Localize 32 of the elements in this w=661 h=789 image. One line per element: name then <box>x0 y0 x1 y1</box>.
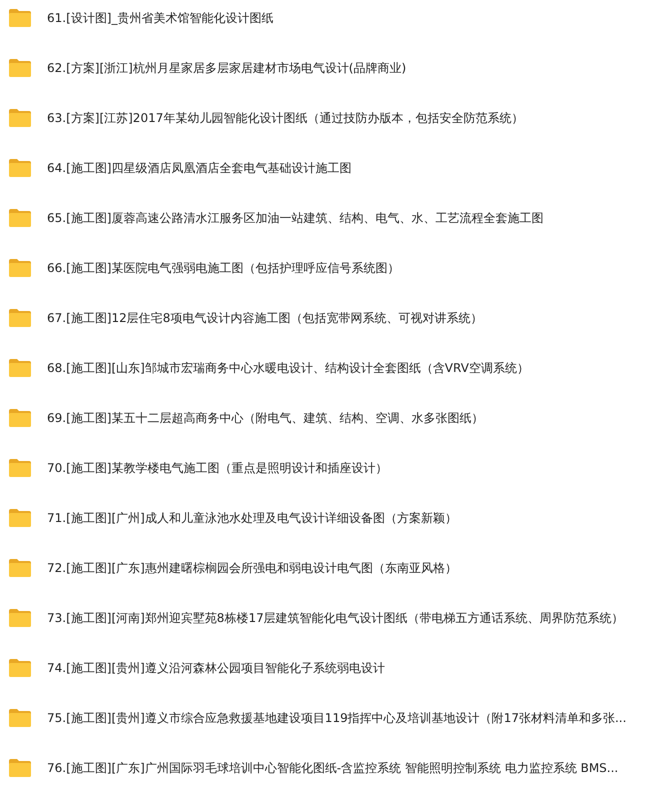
folder-icon[interactable] <box>8 658 32 678</box>
folder-name[interactable]: 70.[施工图]某教学楼电气施工图（重点是照明设计和插座设计） <box>47 460 388 476</box>
folder-icon[interactable] <box>8 558 32 578</box>
folder-name[interactable]: 69.[施工图]某五十二层超高商务中心（附电气、建筑、结构、空调、水多张图纸） <box>47 410 484 426</box>
folder-name[interactable]: 76.[施工图][广东]广州国际羽毛球培训中心智能化图纸-含监控系统 智能照明控制系统 电力监控系统 BMS... <box>47 760 618 776</box>
folder-icon[interactable] <box>8 158 32 178</box>
folder-name[interactable]: 68.[施工图][山东]邹城市宏瑞商务中心水暖电设计、结构设计全套图纸（含VRV空调系统） <box>47 360 529 376</box>
folder-icon[interactable] <box>8 458 32 478</box>
folder-icon[interactable] <box>8 758 32 778</box>
folder-name[interactable]: 75.[施工图][贵州]遵义市综合应急救援基地建设项目119指挥中心及培训基地设计（附17张材料清单和多张... <box>47 710 626 726</box>
folder-icon[interactable] <box>8 208 32 228</box>
folder-name[interactable]: 65.[施工图]厦蓉高速公路清水江服务区加油一站建筑、结构、电气、水、工艺流程全套施工图 <box>47 210 544 226</box>
folder-icon[interactable] <box>8 108 32 128</box>
folder-name[interactable]: 72.[施工图][广东]惠州建曙棕榈园会所强电和弱电设计电气图（东南亚风格） <box>47 560 457 576</box>
folder-icon[interactable] <box>8 358 32 378</box>
folder-name[interactable]: 64.[施工图]四星级酒店凤凰酒店全套电气基础设计施工图 <box>47 160 352 176</box>
folder-name[interactable]: 67.[施工图]12层住宅8项电气设计内容施工图（包括宽带网系统、可视对讲系统） <box>47 310 482 326</box>
folder-icon[interactable] <box>8 508 32 528</box>
folder-name[interactable]: 73.[施工图][河南]郑州迎宾墅苑8栋楼17层建筑智能化电气设计图纸（带电梯五方通话系统、周界防范系统） <box>47 610 624 626</box>
folder-name[interactable]: 63.[方案][江苏]2017年某幼儿园智能化设计图纸（通过技防办版本，包括安全防范系统） <box>47 110 524 126</box>
folder-icon[interactable] <box>8 258 32 278</box>
folder-icon[interactable] <box>8 408 32 428</box>
folder-icon[interactable] <box>8 608 32 628</box>
folder-name[interactable]: 62.[方案][浙江]杭州月星家居多层家居建材市场电气设计(品牌商业) <box>47 60 406 76</box>
folder-name[interactable]: 71.[施工图][广州]成人和儿童泳池水处理及电气设计详细设备图（方案新颖） <box>47 510 457 526</box>
folder-name[interactable]: 74.[施工图][贵州]遵义沿河森林公园项目智能化子系统弱电设计 <box>47 660 385 676</box>
folder-icon[interactable] <box>8 8 32 28</box>
folder-name[interactable]: 66.[施工图]某医院电气强弱电施工图（包括护理呼应信号系统图） <box>47 260 400 276</box>
folder-icon[interactable] <box>8 708 32 728</box>
folder-icon[interactable] <box>8 58 32 78</box>
folder-name[interactable]: 61.[设计图]_贵州省美术馆智能化设计图纸 <box>47 10 274 26</box>
folder-icon[interactable] <box>8 308 32 328</box>
